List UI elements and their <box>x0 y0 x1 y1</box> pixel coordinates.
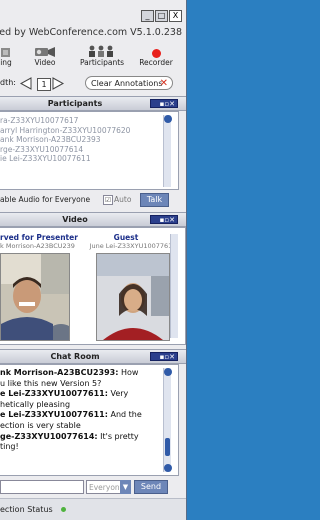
participants-panel-header[interactable]: Participants ▪▫✕ <box>0 96 186 111</box>
toolbar-meeting-button[interactable]: ing <box>0 44 15 67</box>
chat-message: hetically pleasing <box>0 399 71 409</box>
chat-messages: nk Morrison-A23BCU2393: How u like this … <box>0 368 160 453</box>
scroll-thumb[interactable] <box>165 438 170 456</box>
minimize-button[interactable]: _ <box>141 10 154 22</box>
annotation-options: dth: 1 Clear Annotations ✕ <box>0 76 186 93</box>
chat-message: ting! <box>0 442 19 452</box>
chat-message: ection is very stable <box>0 420 81 430</box>
scroll-down-icon[interactable] <box>164 464 172 472</box>
guest-name-label: June Lei-Z33XYU10077611 <box>89 242 177 250</box>
chat-message: It's pretty <box>97 431 139 441</box>
increase-width-icon[interactable] <box>51 77 65 93</box>
toolbar-video-label: Video <box>34 58 56 67</box>
connection-status-icon <box>61 507 67 512</box>
chat-scrollbar[interactable] <box>163 368 172 472</box>
guest-video <box>96 253 170 341</box>
toolbar-participants-label: Participants <box>80 58 125 67</box>
line-width-field[interactable]: 1 <box>37 78 51 91</box>
clear-annotations-button[interactable]: Clear Annotations ✕ <box>85 76 173 90</box>
scroll-up-icon[interactable] <box>164 115 172 123</box>
window-controls: _ □ X <box>141 10 182 22</box>
participants-icon <box>80 44 122 58</box>
participant-item[interactable]: ank Morrison-A23BCU2393 <box>0 135 130 145</box>
conference-window: _ □ X red by WebConference.com V5.1.0.23… <box>0 0 187 520</box>
chat-sender: e Lei-Z33XYU10077611: <box>0 389 108 399</box>
video-panel-header[interactable]: Video ▪▫✕ <box>0 212 186 227</box>
presenter-video <box>0 253 70 341</box>
participants-list[interactable]: ra-Z33XYU10077617 arryl Harrington-Z33XY… <box>0 111 179 190</box>
panel-controls[interactable]: ▪▫✕ <box>150 215 178 224</box>
participant-item[interactable]: arryl Harrington-Z33XYU10077620 <box>0 126 130 136</box>
panel-controls[interactable]: ▪▫✕ <box>150 99 178 108</box>
toolbar-video-button[interactable]: Video <box>30 44 60 67</box>
app-brand: red by WebConference.com V5.1.0.238 <box>0 27 182 38</box>
chat-sender: ge-Z33XYU10077614: <box>0 431 98 441</box>
chat-message: How <box>118 368 139 377</box>
presenter-video-image <box>1 254 69 340</box>
chat-sender: e Lei-Z33XYU10077611: <box>0 410 108 420</box>
line-width-label: dth: <box>0 78 16 87</box>
video-area: rved for Presenter k Morrison-A23BCU239 … <box>0 227 186 345</box>
audio-controls: able Audio for Everyone ☑ Auto Talk <box>0 193 186 208</box>
main-toolbar: ing Video Participants Recorder <box>0 44 186 74</box>
chat-line: e Lei-Z33XYU10077611: And the <box>0 410 160 421</box>
auto-label: Auto <box>114 195 132 204</box>
chat-line: ting! <box>0 442 160 453</box>
chat-sender: nk Morrison-A23BCU2393: <box>0 368 119 377</box>
maximize-button[interactable]: □ <box>155 10 168 22</box>
close-button[interactable]: X <box>169 10 182 22</box>
connection-status-label: ection Status <box>0 505 53 514</box>
participant-item[interactable]: rge-Z33XYU10077614 <box>0 145 130 155</box>
chat-line: u like this new Version 5? <box>0 379 160 390</box>
chat-message: And the <box>107 410 142 420</box>
video-panel-title: Video <box>62 215 88 224</box>
send-button[interactable]: Send <box>134 480 168 494</box>
chat-log[interactable]: nk Morrison-A23BCU2393: How u like this … <box>0 364 179 476</box>
clear-annotations-label: Clear Annotations <box>91 79 163 88</box>
chat-input[interactable] <box>0 480 84 494</box>
chat-message: Very <box>107 389 129 399</box>
status-bar: ection Status <box>0 498 186 520</box>
presenter-name-label: k Morrison-A23BCU239 <box>0 242 75 250</box>
participant-item[interactable]: ra-Z33XYU10077617 <box>0 116 130 126</box>
toolbar-recorder-label: Recorder <box>139 58 173 67</box>
record-icon <box>151 49 161 58</box>
chat-panel-title: Chat Room <box>50 352 100 361</box>
chat-line: nk Morrison-A23BCU2393: How <box>0 368 160 379</box>
participants-names: ra-Z33XYU10077617 arryl Harrington-Z33XY… <box>0 116 130 164</box>
toolbar-meeting-label: ing <box>0 58 12 67</box>
guest-video-image <box>97 254 169 340</box>
decrease-width-icon[interactable] <box>19 77 33 93</box>
video-camera-icon <box>30 44 60 58</box>
auto-checkbox[interactable]: ☑ <box>103 195 113 205</box>
participants-panel-title: Participants <box>47 99 103 108</box>
chat-line: ection is very stable <box>0 421 160 432</box>
recipient-select[interactable]: Everyon <box>86 480 122 494</box>
participants-scrollbar[interactable] <box>163 115 172 187</box>
chat-line: ge-Z33XYU10077614: It's pretty <box>0 432 160 443</box>
toolbar-participants-button[interactable]: Participants <box>80 44 125 67</box>
guest-role-label: Guest <box>113 233 139 242</box>
panel-controls[interactable]: ▪▫✕ <box>150 352 178 361</box>
toolbar-recorder-button[interactable]: Recorder <box>136 44 176 67</box>
chevron-down-icon[interactable]: ▼ <box>120 480 131 494</box>
meeting-icon <box>0 44 15 58</box>
participant-item[interactable]: ie Lei-Z33XYU10077611 <box>0 154 130 164</box>
chat-message: u like this new Version 5? <box>0 378 102 388</box>
title-bar: _ □ X <box>0 6 186 22</box>
video-scrollbar[interactable] <box>170 234 178 338</box>
talk-button[interactable]: Talk <box>140 193 169 207</box>
presenter-role-label: rved for Presenter <box>0 233 78 242</box>
chat-line: hetically pleasing <box>0 400 160 411</box>
scroll-up-icon[interactable] <box>164 368 172 376</box>
enable-audio-label: able Audio for Everyone <box>0 195 91 204</box>
close-icon: ✕ <box>159 78 168 89</box>
chat-panel-header[interactable]: Chat Room ▪▫✕ <box>0 349 186 364</box>
chat-line: e Lei-Z33XYU10077611: Very <box>0 389 160 400</box>
